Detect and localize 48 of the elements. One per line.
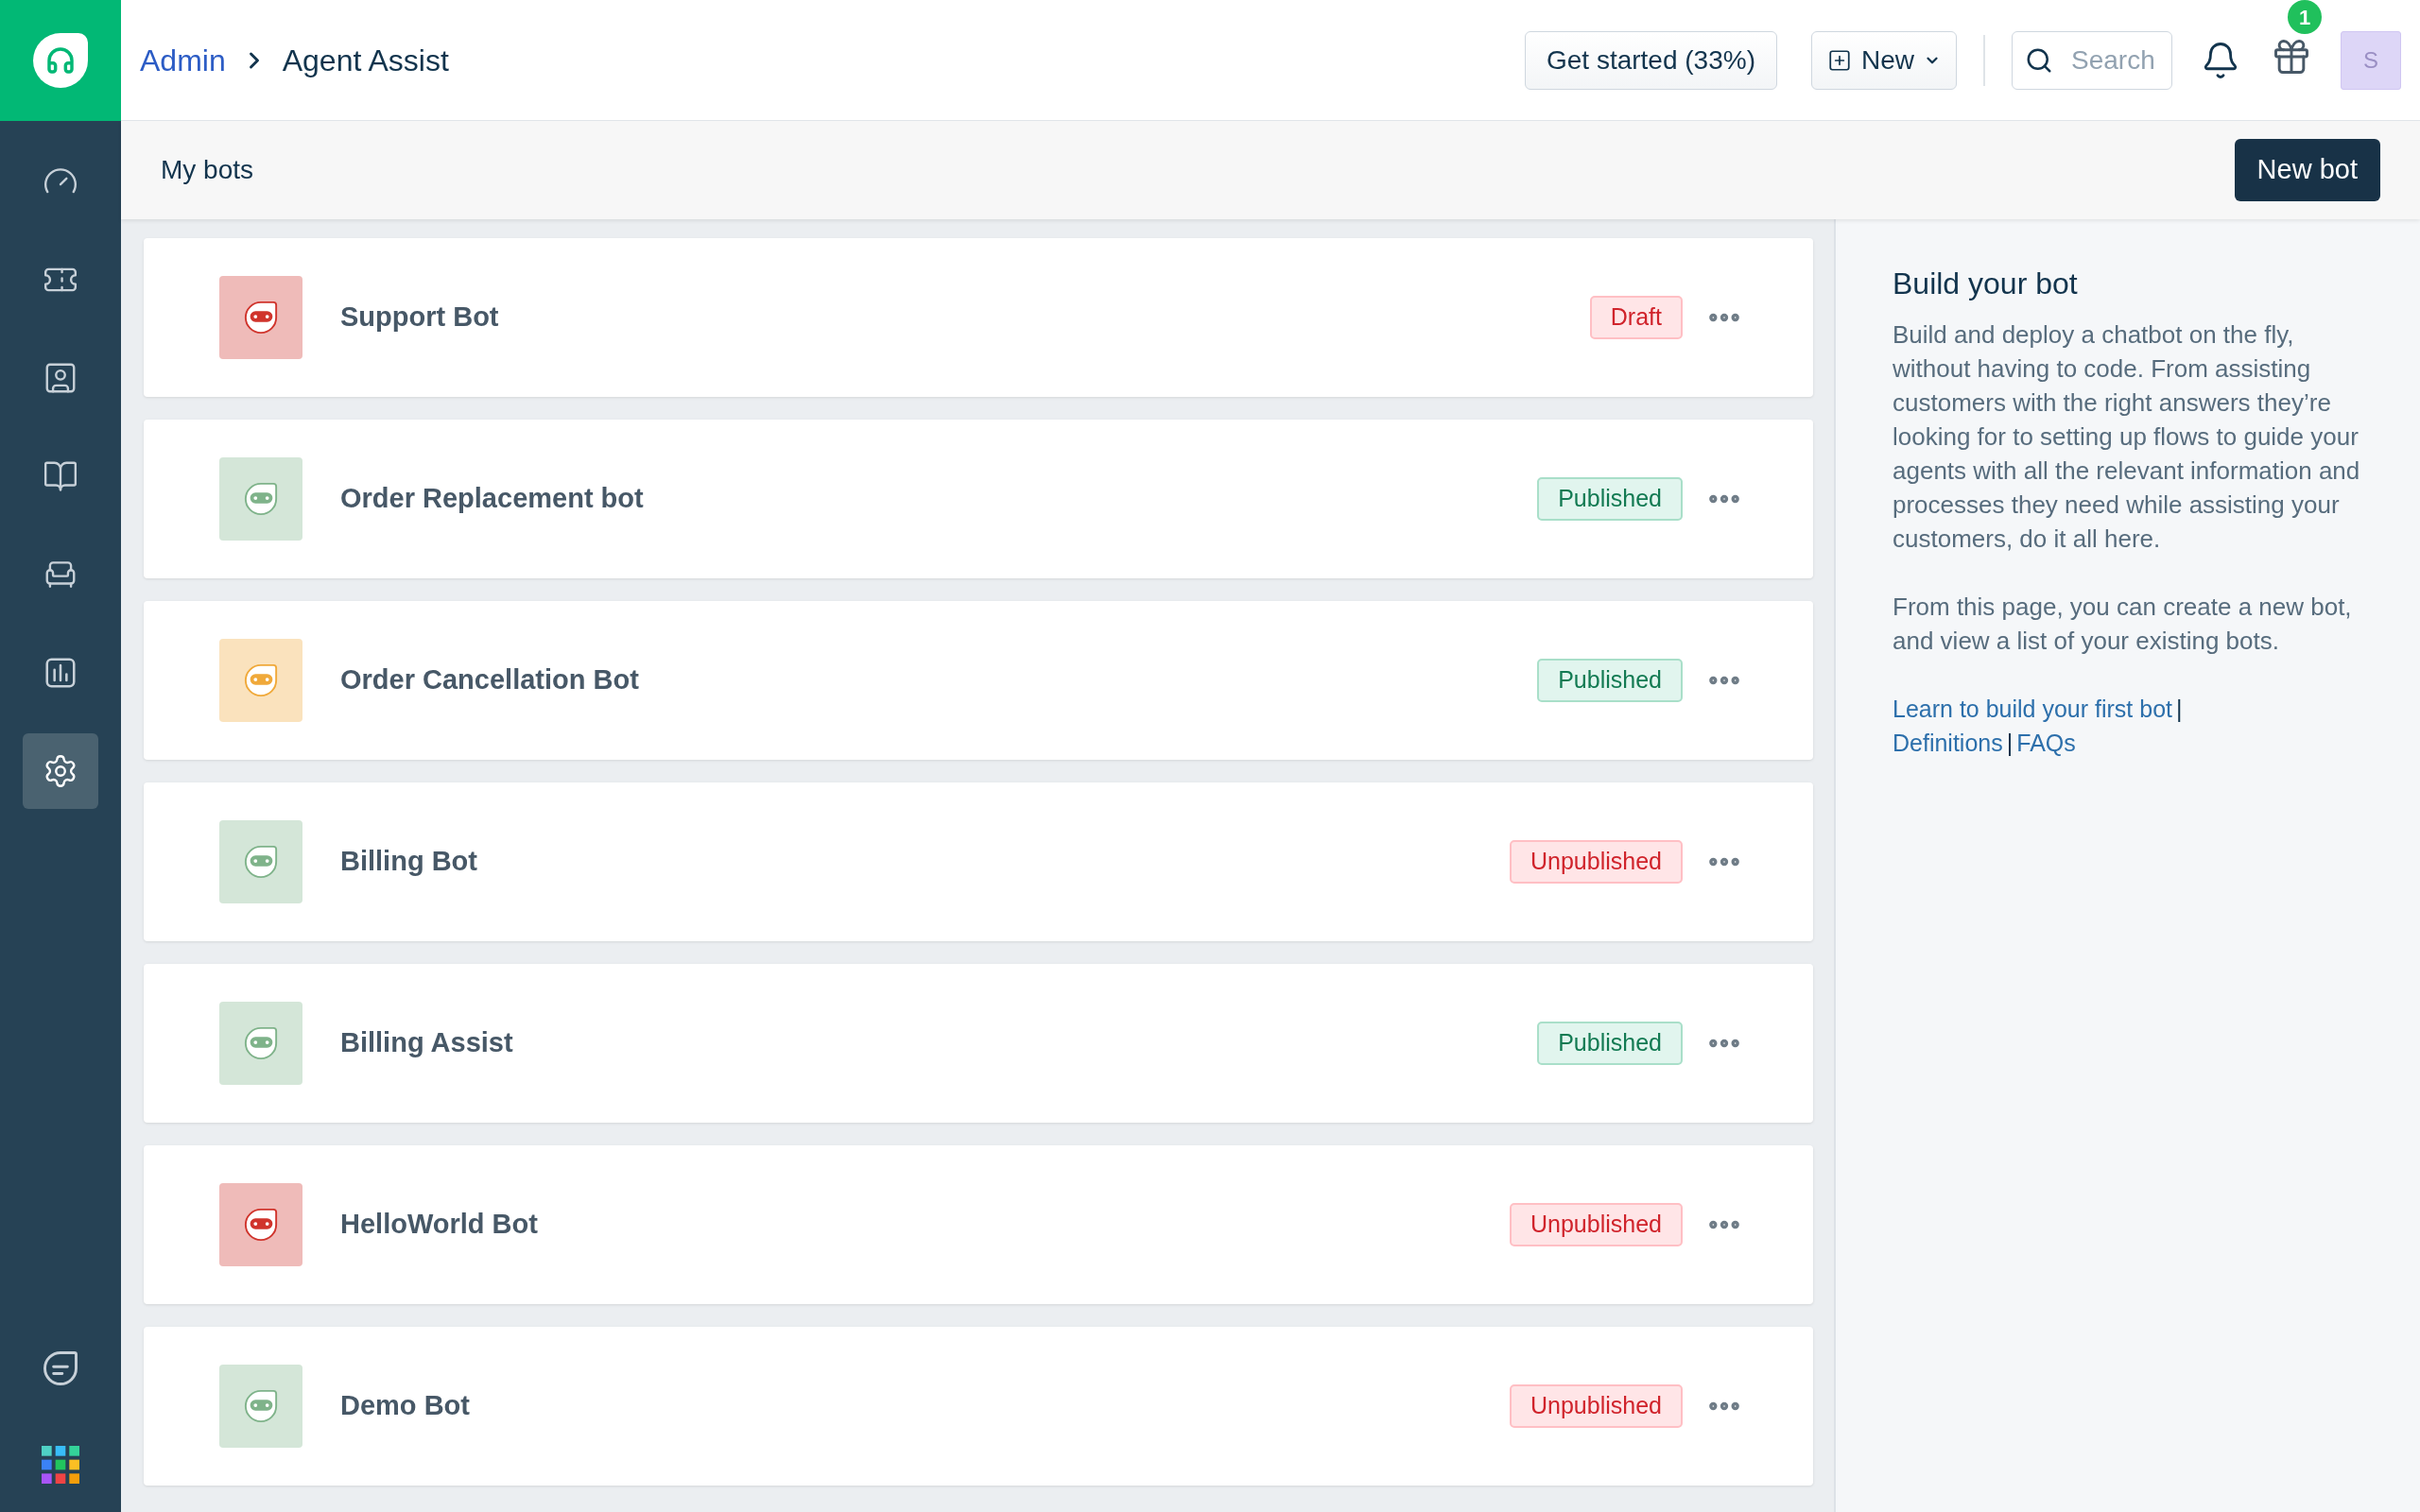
- bot-card[interactable]: HelloWorld Bot Unpublished: [144, 1145, 1813, 1304]
- bot-face-icon: [243, 300, 279, 335]
- notification-count-badge: 1: [2288, 0, 2322, 34]
- help-link[interactable]: FAQs: [2016, 726, 2076, 760]
- help-link[interactable]: Learn to build your first bot: [1893, 692, 2172, 726]
- page-breadcrumb-title: Agent Assist: [282, 42, 449, 79]
- bot-card[interactable]: Order Cancellation Bot Published: [144, 601, 1813, 760]
- headset-logo-icon: [33, 33, 88, 88]
- get-started-button[interactable]: Get started (33%): [1525, 30, 1777, 90]
- panel-paragraph: Build and deploy a chatbot on the fly, without having to code. From assisting customers with the right answers they’re looking for to setting up flows to guide your agents with all the relevant information and processes they need while assisting your customers, do it all here.: [1893, 319, 2361, 555]
- status-badge: Published: [1537, 477, 1683, 521]
- bot-face-icon: [243, 1388, 279, 1424]
- bot-face-icon: [243, 1207, 279, 1243]
- bot-name: Order Cancellation Bot: [340, 663, 639, 697]
- status-badge: Unpublished: [1510, 1203, 1683, 1246]
- new-bot-button[interactable]: New bot: [2234, 139, 2380, 201]
- status-badge: Unpublished: [1510, 1384, 1683, 1428]
- link-separator: |: [2006, 729, 2014, 758]
- bot-card[interactable]: Billing Bot Unpublished: [144, 782, 1813, 941]
- search-field[interactable]: Search: [2012, 30, 2172, 90]
- bot-name: Demo Bot: [340, 1389, 470, 1423]
- bot-name: HelloWorld Bot: [340, 1208, 538, 1242]
- status-badge: Published: [1537, 1022, 1683, 1065]
- bot-name: Support Bot: [340, 301, 499, 335]
- help-link[interactable]: Definitions: [1893, 726, 2003, 760]
- bot-card[interactable]: Support Bot Draft: [144, 238, 1813, 397]
- bot-name: Billing Bot: [340, 845, 477, 879]
- bot-face-icon: [243, 481, 279, 517]
- panel-title: Build your bot: [1893, 266, 2079, 302]
- status-badge: Draft: [1589, 296, 1683, 339]
- bot-name: Billing Assist: [340, 1026, 513, 1060]
- panel-paragraph: From this page, you can create a new bot, and view a list of your existing bots.: [1893, 592, 2353, 657]
- page-title: My bots: [161, 154, 254, 186]
- bot-card[interactable]: Billing Assist Published: [144, 964, 1813, 1123]
- new-menu-button[interactable]: New: [1811, 30, 1957, 90]
- apps-grid-icon[interactable]: [42, 1446, 79, 1484]
- link-separator: |: [2176, 695, 2183, 724]
- settings-icon[interactable]: [23, 733, 98, 809]
- bot-face-icon: [243, 844, 279, 880]
- status-badge: Unpublished: [1510, 840, 1683, 884]
- bot-face-icon: [243, 1025, 279, 1061]
- status-badge: Published: [1537, 659, 1683, 702]
- bot-name: Order Replacement bot: [340, 482, 644, 516]
- bot-card[interactable]: Order Replacement bot Published: [144, 420, 1813, 578]
- bot-face-icon: [243, 662, 279, 698]
- plus-square-icon: [1827, 47, 1852, 73]
- bot-card[interactable]: Demo Bot Unpublished: [144, 1327, 1813, 1486]
- breadcrumb-link[interactable]: Admin: [140, 37, 226, 83]
